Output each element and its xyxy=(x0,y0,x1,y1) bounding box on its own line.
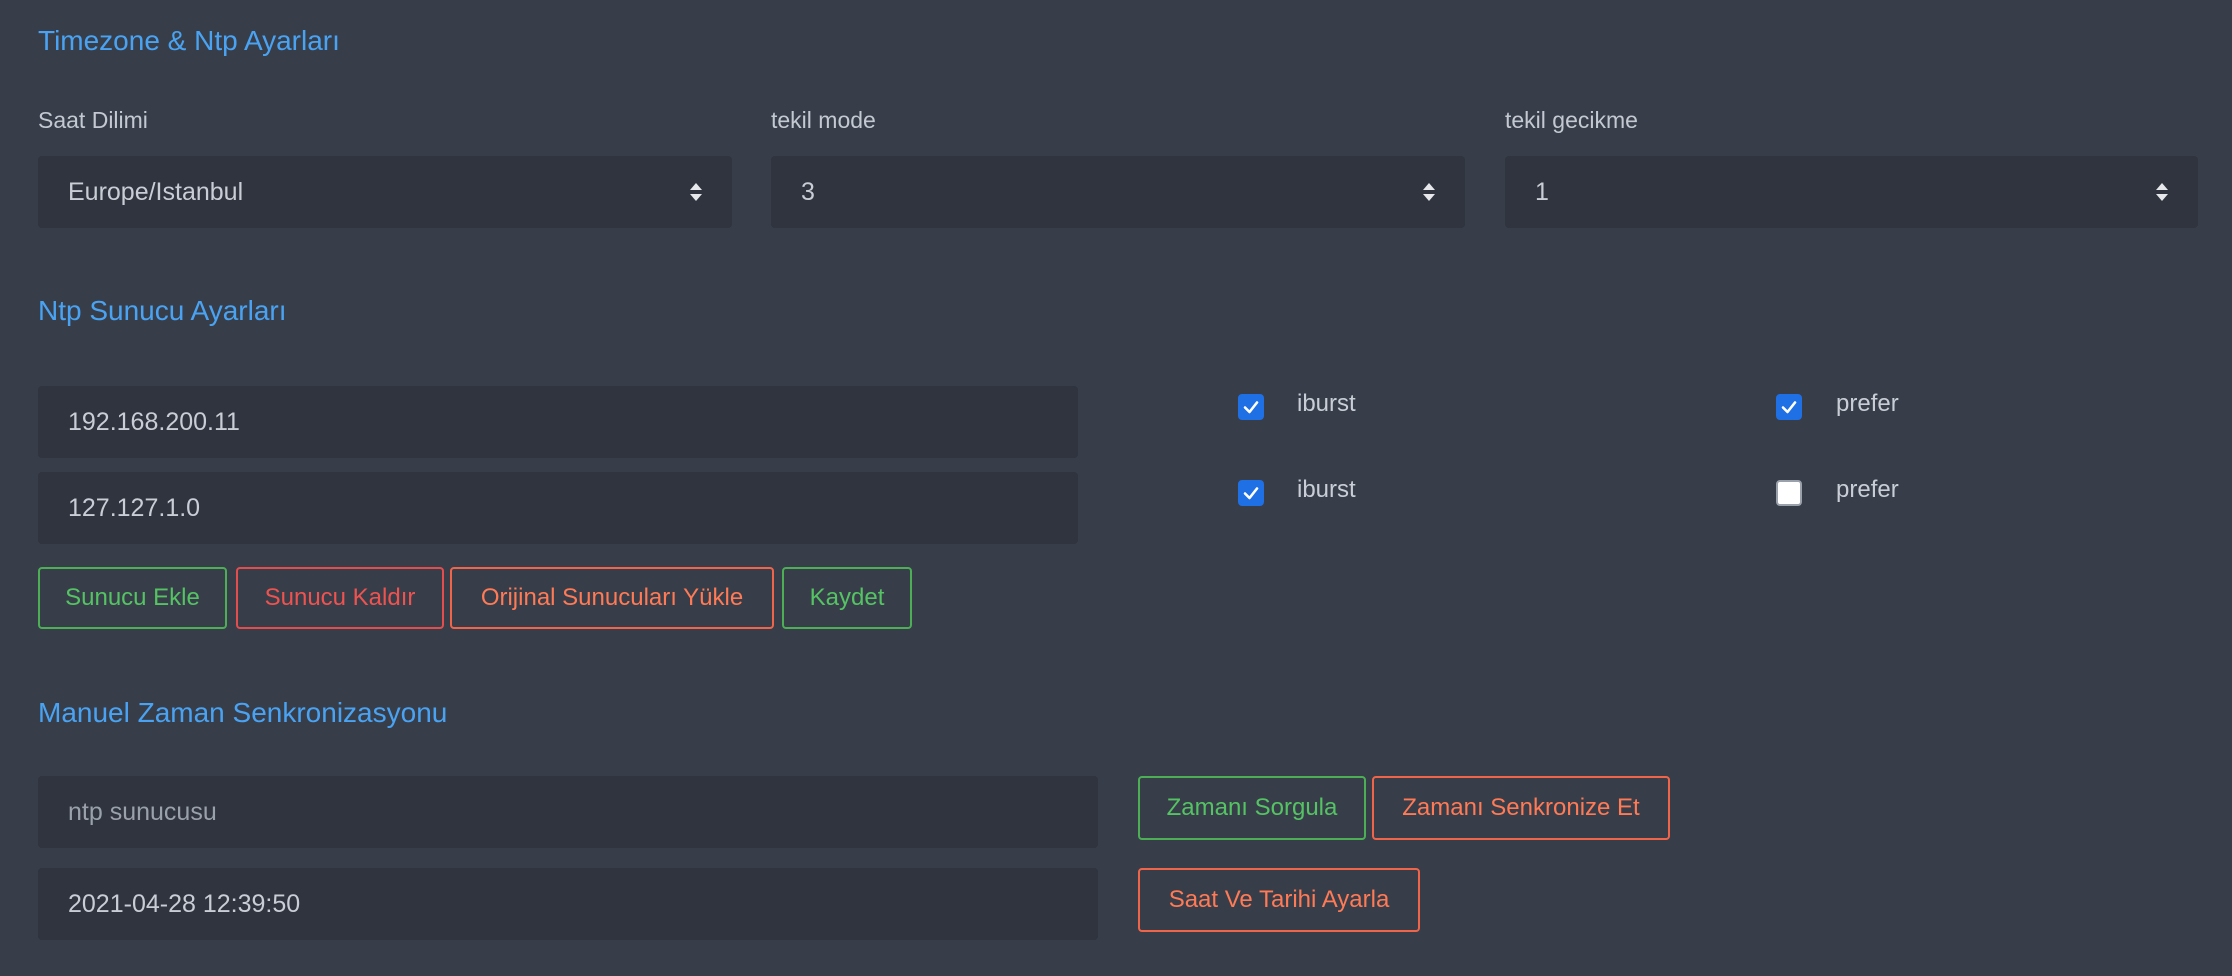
add-server-button[interactable]: Sunucu Ekle xyxy=(38,567,227,629)
remove-server-button[interactable]: Sunucu Kaldır xyxy=(236,567,444,629)
sync-time-button[interactable]: Zamanı Senkronize Et xyxy=(1372,776,1670,840)
timezone-select[interactable]: Europe/Istanbul xyxy=(38,156,732,228)
sort-chevrons-icon xyxy=(690,183,702,201)
checkmark-icon xyxy=(1781,401,1797,414)
ntp-server-input-2[interactable]: 127.127.1.0 xyxy=(38,472,1078,544)
set-datetime-button[interactable]: Saat Ve Tarihi Ayarla xyxy=(1138,868,1420,932)
prefer-label-2: prefer xyxy=(1836,476,1899,503)
query-time-button[interactable]: Zamanı Sorgula xyxy=(1138,776,1366,840)
tekil-mode-select[interactable]: 3 xyxy=(771,156,1465,228)
sort-chevrons-icon xyxy=(1423,183,1435,201)
timezone-select-value: Europe/Istanbul xyxy=(68,177,244,206)
save-button[interactable]: Kaydet xyxy=(782,567,912,629)
tekil-gecikme-label: tekil gecikme xyxy=(1505,107,1638,133)
ntp-section-title: Ntp Sunucu Ayarları xyxy=(38,295,287,326)
manual-sync-section-title: Manuel Zaman Senkronizasyonu xyxy=(38,697,448,728)
prefer-checkbox-2[interactable] xyxy=(1776,480,1802,506)
tekil-gecikme-select-value: 1 xyxy=(1535,177,1549,206)
timezone-section-title: Timezone & Ntp Ayarları xyxy=(38,25,340,56)
checkmark-icon xyxy=(1243,401,1259,414)
prefer-label-1: prefer xyxy=(1836,390,1899,417)
iburst-checkbox-2[interactable] xyxy=(1238,480,1264,506)
iburst-checkbox-1[interactable] xyxy=(1238,394,1264,420)
prefer-checkbox-1[interactable] xyxy=(1776,394,1802,420)
tekil-mode-label: tekil mode xyxy=(771,107,876,133)
ntp-server-input-1[interactable]: 192.168.200.11 xyxy=(38,386,1078,458)
datetime-field[interactable]: 2021-04-28 12:39:50 xyxy=(38,868,1098,940)
iburst-label-2: iburst xyxy=(1297,476,1356,503)
tekil-gecikme-select[interactable]: 1 xyxy=(1505,156,2198,228)
load-original-servers-button[interactable]: Orijinal Sunucuları Yükle xyxy=(450,567,774,629)
timezone-label: Saat Dilimi xyxy=(38,107,148,133)
ntp-server-field[interactable]: ntp sunucusu xyxy=(38,776,1098,848)
iburst-label-1: iburst xyxy=(1297,390,1356,417)
sort-chevrons-icon xyxy=(2156,183,2168,201)
tekil-mode-select-value: 3 xyxy=(801,177,815,206)
checkmark-icon xyxy=(1243,487,1259,500)
